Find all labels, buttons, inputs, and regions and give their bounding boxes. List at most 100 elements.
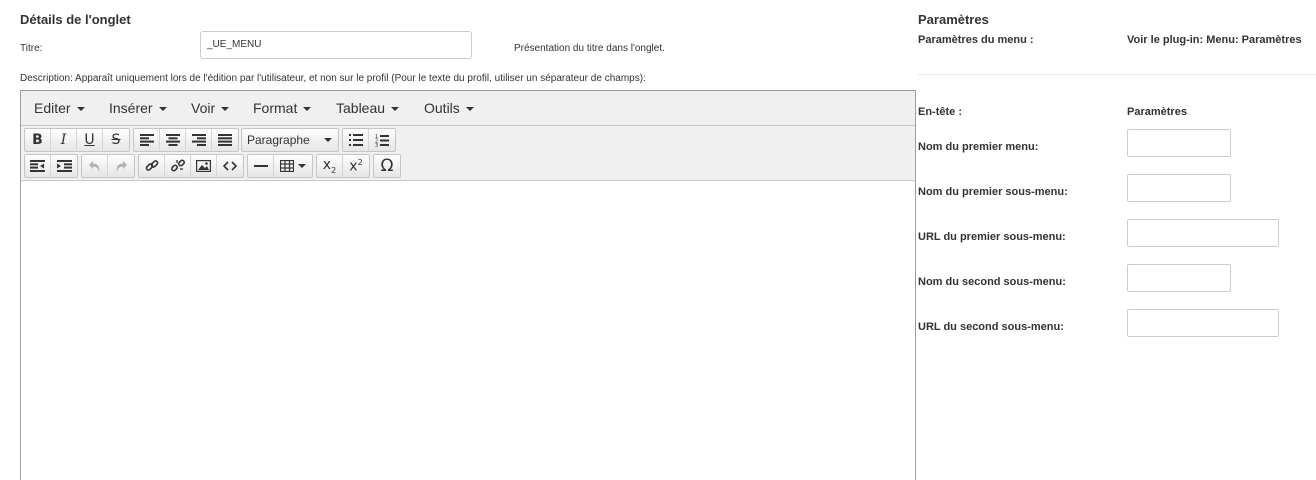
caret-down-icon [76,107,85,111]
first-submenu-name-label: Nom du premier sous-menu: [918,186,1068,198]
format-select-value: Paragraphe [247,133,310,147]
text-style-group: B I U S [24,128,130,152]
subscript-button[interactable]: x2 [317,155,343,177]
first-menu-name-label: Nom du premier menu: [918,141,1039,153]
bold-icon: B [32,132,43,148]
subscript-x: x [322,157,332,174]
link-icon [145,160,158,171]
menu-format[interactable]: Format [253,91,312,126]
caret-down-icon [158,107,167,111]
underline-icon: U [84,132,95,148]
omega-icon: Ω [380,156,394,176]
menu-tableau-label: Tableau [336,100,386,116]
menu-params-label: Paramètres du menu : [918,34,1034,46]
outdent-icon [30,160,45,172]
caret-down-icon [221,107,230,111]
bullet-list-button[interactable] [343,129,369,151]
editor-toolbar: B I U S Paragraphe 1 2 3 x2 x2 Ω [21,126,915,181]
underline-button[interactable]: U [77,129,103,151]
header-label: En-tête : [918,106,962,118]
caret-down-icon [298,164,306,168]
list-group: 123 [342,128,396,152]
rich-text-editor: Editer Insérer Voir Format Tableau Outil… [20,90,916,480]
align-justify-icon [218,134,232,146]
editor-menubar: Editer Insérer Voir Format Tableau Outil… [21,91,915,126]
redo-icon [116,161,127,172]
italic-icon: I [60,132,67,148]
indent-button[interactable] [51,155,77,177]
insert-group [138,154,244,178]
align-center-button[interactable] [160,129,186,151]
horizontal-rule-button[interactable] [248,155,274,177]
first-submenu-url-input[interactable] [1127,219,1279,247]
unlink-icon [170,159,185,172]
align-right-icon [191,134,206,146]
superscript-x: x [349,158,358,175]
menu-voir-label: Voir [191,100,216,116]
bullet-list-icon [348,134,363,146]
title-label: Titre: [20,43,43,54]
menu-outils[interactable]: Outils [424,91,474,126]
format-select-group: Paragraphe [241,128,339,152]
script-group: x2 x2 [316,154,370,178]
align-left-button[interactable] [134,129,160,151]
bold-button[interactable]: B [25,129,51,151]
svg-text:3: 3 [375,143,378,147]
caret-down-icon [303,107,312,111]
indent-group [24,154,78,178]
undo-button[interactable] [82,155,108,177]
caret-down-icon [391,107,400,111]
insert-link-button[interactable] [139,155,165,177]
caret-down-icon [324,138,332,142]
first-submenu-name-input[interactable] [1127,174,1231,202]
special-character-button[interactable]: Ω [374,155,400,177]
indent-icon [56,160,72,172]
numbered-list-icon: 123 [375,134,389,147]
image-icon [196,160,211,172]
hr-table-group [247,154,313,178]
outdent-button[interactable] [25,155,51,177]
redo-button[interactable] [108,155,134,177]
align-justify-button[interactable] [212,129,238,151]
title-input[interactable]: _UE_MENU [200,31,472,59]
horizontal-rule-icon [253,165,268,167]
table-button[interactable] [274,155,312,177]
description-label: Description: Apparaît uniquement lors de… [20,73,646,84]
special-char-group: Ω [373,154,401,178]
history-group [81,154,135,178]
subscript-icon: x2 [322,157,337,175]
menu-outils-label: Outils [424,100,460,116]
superscript-button[interactable]: x2 [343,155,369,177]
menu-inserer[interactable]: Insérer [109,91,167,126]
divider [918,74,1316,75]
caret-down-icon [465,107,474,111]
source-code-button[interactable] [217,155,243,177]
insert-image-button[interactable] [191,155,217,177]
numbered-list-button[interactable]: 123 [369,129,395,151]
menu-inserer-label: Insérer [109,100,153,116]
alignment-group [133,128,239,152]
second-submenu-name-input[interactable] [1127,264,1231,292]
menu-voir[interactable]: Voir [191,91,230,126]
second-submenu-name-label: Nom du second sous-menu: [918,276,1066,288]
first-menu-name-input[interactable] [1127,129,1231,157]
table-icon [280,160,294,172]
menu-tableau[interactable]: Tableau [336,91,400,126]
menu-editer[interactable]: Editer [34,91,85,126]
params-heading: Paramètres [918,12,989,27]
tab-details-heading: Détails de l'onglet [20,12,131,27]
format-select[interactable]: Paragraphe [242,129,340,151]
code-icon [223,161,237,171]
italic-button[interactable]: I [51,129,77,151]
strikethrough-button[interactable]: S [103,129,129,151]
align-right-button[interactable] [186,129,212,151]
header-value: Paramètres [1127,106,1187,118]
first-submenu-url-label: URL du premier sous-menu: [918,231,1066,243]
second-submenu-url-input[interactable] [1127,309,1279,337]
superscript-icon: x2 [349,157,363,175]
editor-content-area[interactable] [21,182,915,480]
menu-format-label: Format [253,100,298,116]
unlink-button[interactable] [165,155,191,177]
align-center-icon [165,134,180,146]
plugin-menu-params-link[interactable]: Voir le plug-in: Menu: Paramètres [1127,34,1302,46]
